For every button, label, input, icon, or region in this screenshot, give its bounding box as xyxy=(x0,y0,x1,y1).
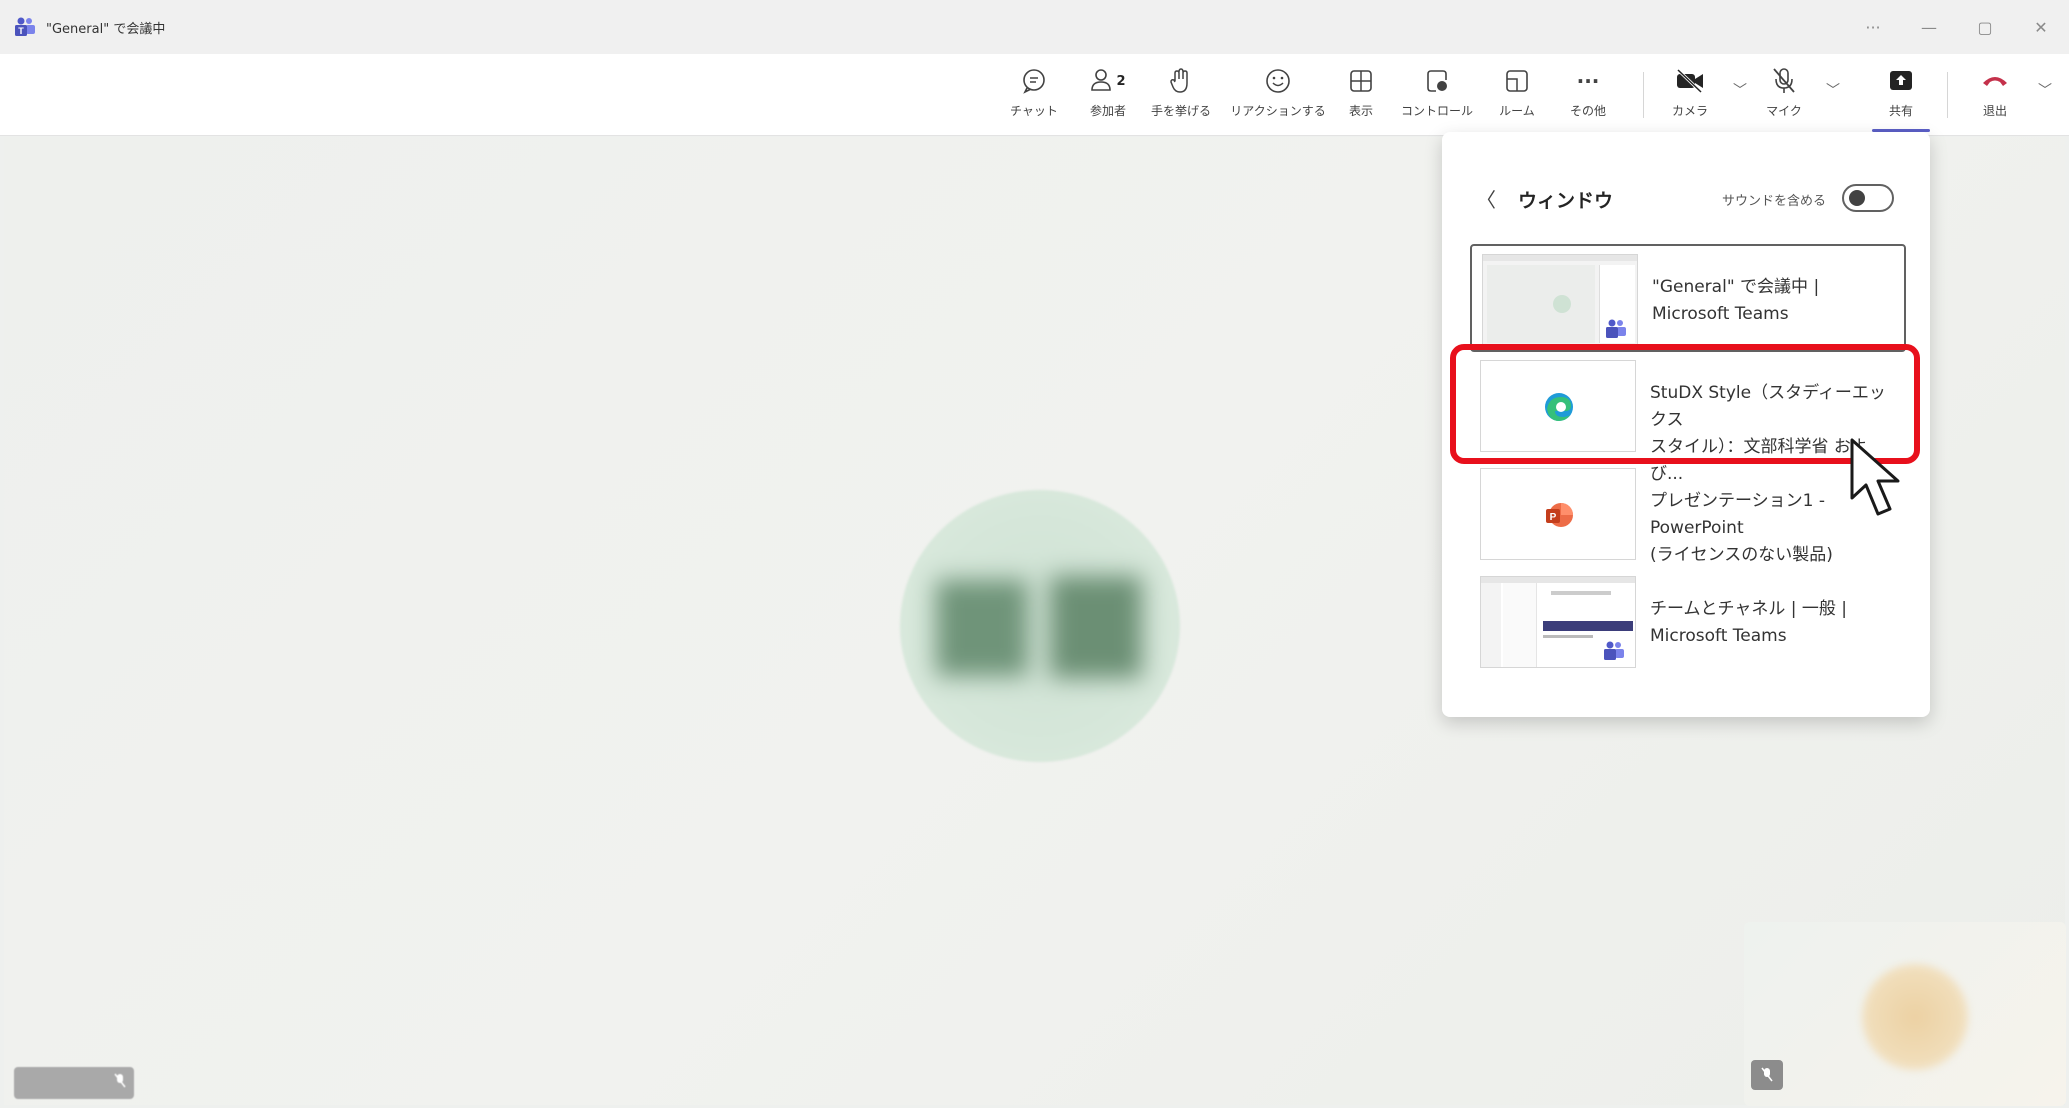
window-option-powerpoint[interactable]: P プレゼンテーション1 - PowerPoint (ライセンスのない製品) xyxy=(1470,460,1906,568)
powerpoint-icon: P xyxy=(1546,503,1573,527)
raise-hand-label: 手を挙げる xyxy=(1150,104,1211,118)
participants-count: 2 xyxy=(1116,73,1126,89)
share-screen-icon xyxy=(1888,64,1914,98)
restore-button[interactable]: ▢ xyxy=(1957,0,2013,54)
camera-label: カメラ xyxy=(1671,104,1708,118)
mic-button[interactable]: マイク xyxy=(1762,64,1806,130)
minimize-button[interactable]: — xyxy=(1901,0,1957,54)
title-bar: T "General" で会議中 ··· — ▢ ✕ xyxy=(0,0,2069,54)
leave-button[interactable]: 退出 xyxy=(1972,64,2018,130)
hand-icon xyxy=(1169,64,1193,98)
include-sound-label: サウンドを含める xyxy=(1722,194,1827,209)
control-button[interactable]: コントロール xyxy=(1401,64,1474,130)
rooms-label: ルーム xyxy=(1499,104,1535,118)
view-label: 表示 xyxy=(1348,104,1373,118)
teams-icon xyxy=(1604,641,1624,660)
grid-view-icon xyxy=(1349,64,1373,98)
mic-off-icon xyxy=(114,1073,126,1093)
hang-up-icon xyxy=(1981,64,2009,98)
toolbar-divider xyxy=(1947,72,1948,118)
participant-name-tag xyxy=(14,1067,134,1099)
chat-icon xyxy=(1021,64,1047,98)
window-option-teams-channels[interactable]: チームとチャネル | 一般 | Microsoft Teams xyxy=(1470,568,1906,676)
self-video-tile[interactable] xyxy=(1744,922,2066,1106)
window-option-teams-meeting[interactable]: "General" で会議中 | Microsoft Teams xyxy=(1470,244,1906,352)
teams-icon xyxy=(1606,319,1626,338)
share-button[interactable]: 共有 xyxy=(1872,64,1930,130)
window-title-line1: チームとチャネル | 一般 | xyxy=(1650,599,1847,619)
participants-button[interactable]: 2 参加者 xyxy=(1080,64,1136,130)
view-button[interactable]: 表示 xyxy=(1340,64,1382,130)
more-label: その他 xyxy=(1569,104,1606,118)
leave-label: 退出 xyxy=(1982,104,2007,118)
window-title-line1: "General" で会議中 | xyxy=(1652,277,1820,297)
more-options-window-button[interactable]: ··· xyxy=(1845,0,1901,54)
window-thumbnail xyxy=(1480,576,1636,668)
rooms-button[interactable]: ルーム xyxy=(1494,64,1540,130)
more-button[interactable]: ··· その他 xyxy=(1566,64,1610,130)
include-sound-toggle[interactable] xyxy=(1842,184,1894,212)
share-label: 共有 xyxy=(1888,104,1913,118)
control-label: コントロール xyxy=(1401,104,1474,118)
react-label: リアクションする xyxy=(1230,104,1326,118)
toolbar-divider xyxy=(1643,72,1644,118)
window-thumbnail xyxy=(1482,254,1638,346)
window-title-line2: (ライセンスのない製品) xyxy=(1650,545,1833,565)
self-avatar xyxy=(1862,964,1968,1070)
camera-button[interactable]: カメラ xyxy=(1668,64,1712,130)
chat-label: チャット xyxy=(1010,104,1058,118)
svg-text:T: T xyxy=(18,26,24,36)
close-button[interactable]: ✕ xyxy=(2013,0,2069,54)
mic-off-icon xyxy=(1751,1060,1783,1090)
camera-options-chevron-icon[interactable]: ﹀ xyxy=(1733,80,1747,100)
people-icon: 2 xyxy=(1090,64,1126,98)
mouse-pointer-icon xyxy=(1850,438,1900,516)
teams-app-icon: T xyxy=(14,17,36,37)
window-thumbnail: P xyxy=(1480,468,1636,560)
participants-label: 参加者 xyxy=(1089,104,1126,118)
back-button[interactable]: 〈 xyxy=(1476,184,1496,213)
leave-options-chevron-icon[interactable]: ﹀ xyxy=(2038,80,2052,100)
rooms-icon xyxy=(1505,64,1529,98)
emoji-icon xyxy=(1265,64,1291,98)
svg-text:P: P xyxy=(1550,512,1557,523)
meeting-toolbar: チャット 2 参加者 手を挙げる リアクションする 表示 コントロール ルーム … xyxy=(0,54,2069,136)
raise-hand-button[interactable]: 手を挙げる xyxy=(1148,64,1214,130)
control-icon xyxy=(1424,64,1450,98)
mic-label: マイク xyxy=(1766,104,1802,118)
mic-off-icon xyxy=(1771,64,1797,98)
window-title-line2: Microsoft Teams xyxy=(1650,626,1787,646)
participant-avatar xyxy=(900,490,1180,762)
window-title: "General" で会議中 xyxy=(46,21,166,37)
panel-title: ウィンドウ xyxy=(1518,190,1614,212)
camera-off-icon xyxy=(1675,64,1705,98)
chat-button[interactable]: チャット xyxy=(1006,64,1062,130)
more-dots-icon: ··· xyxy=(1576,69,1600,93)
react-button[interactable]: リアクションする xyxy=(1226,64,1330,130)
mic-options-chevron-icon[interactable]: ﹀ xyxy=(1826,80,1840,100)
window-title-line2: Microsoft Teams xyxy=(1652,304,1789,324)
